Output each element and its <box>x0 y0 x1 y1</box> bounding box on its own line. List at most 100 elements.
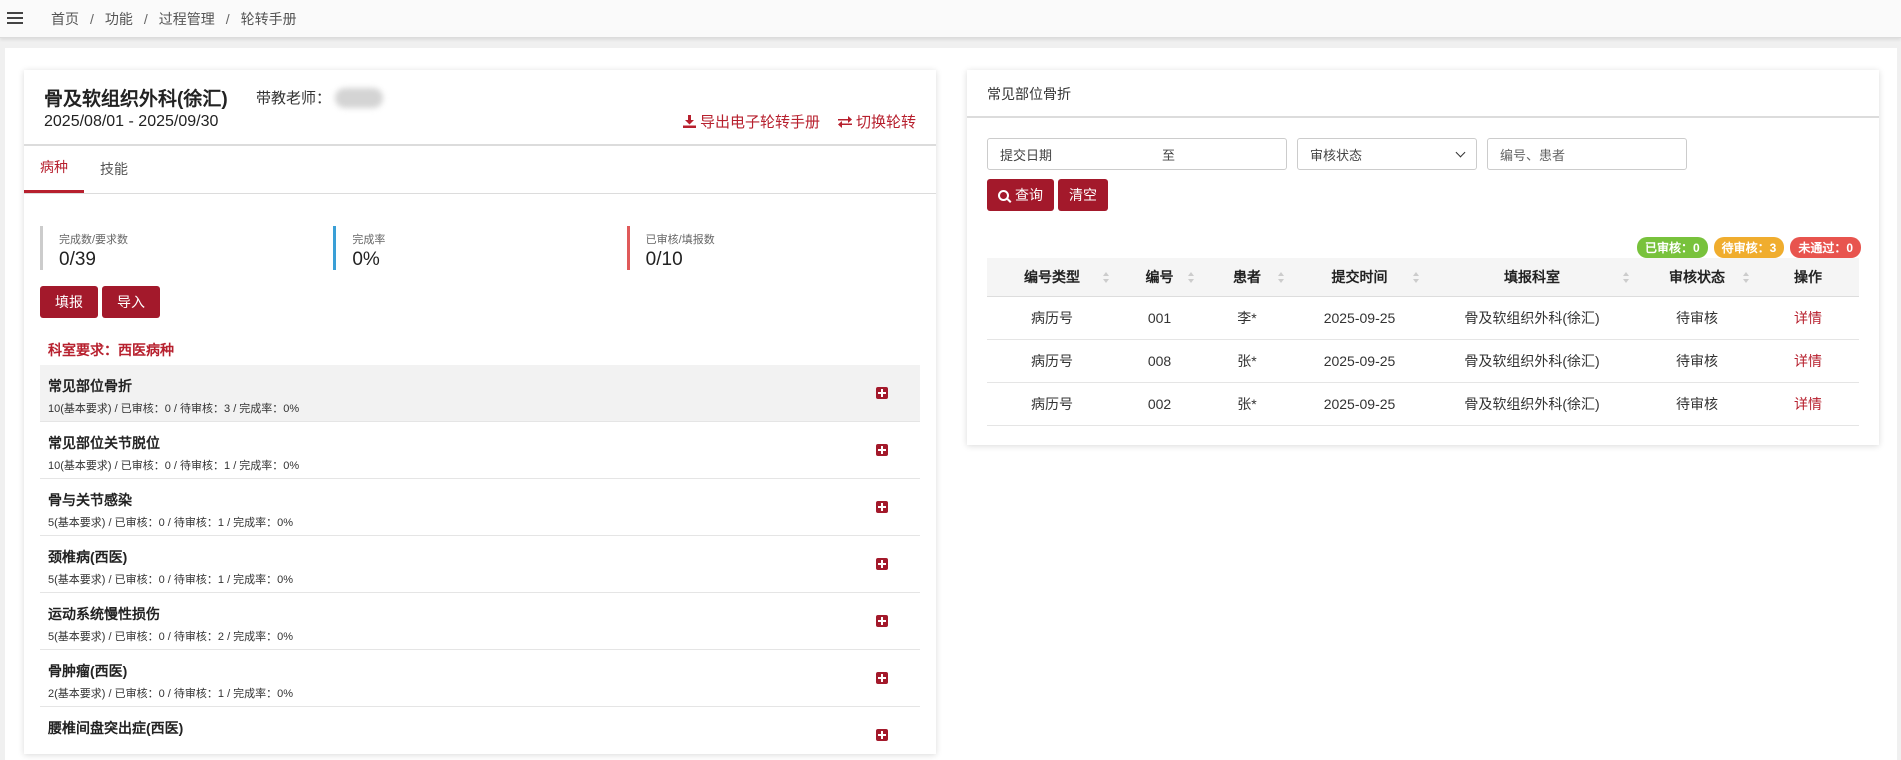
switch-rotation-button[interactable]: 切换轮转 <box>837 111 916 132</box>
cell-id-type: 病历号 <box>987 339 1117 383</box>
export-manual-button[interactable]: 导出电子轮转手册 <box>682 111 820 132</box>
rejected-badge: 未通过：0 <box>1790 237 1861 258</box>
detail-link[interactable]: 详情 <box>1794 353 1822 369</box>
review-status-value: 审核状态 <box>1310 147 1363 163</box>
list-item[interactable]: 常见部位骨折 10(基本要求) / 已审核：0 / 待审核：3 / 完成率：0% <box>40 365 920 422</box>
filter-buttons: 查询 清空 <box>987 179 1108 211</box>
item-info: 10(基本要求) / 已审核：0 / 待审核：1 / 完成率：0% <box>48 460 300 472</box>
stat-rate: 完成率 0% <box>333 226 626 270</box>
action-buttons: 填报 导入 <box>40 286 160 318</box>
cell-dept: 骨及软组织外科(徐汇) <box>1427 296 1637 340</box>
breadcrumb-separator: / <box>143 10 148 27</box>
item-name: 常见部位骨折 <box>48 378 132 394</box>
cell-review-status: 待审核 <box>1637 296 1757 340</box>
item-info: 2(基本要求) / 已审核：0 / 待审核：1 / 完成率：0% <box>48 688 294 700</box>
breadcrumb-home[interactable]: 首页 <box>51 9 79 29</box>
chevron-down-icon <box>1455 147 1466 157</box>
tab-skill[interactable]: 技能 <box>84 145 144 193</box>
filter-row: 提交日期 至 审核状态 编号、患者 <box>987 138 1687 170</box>
cell-id: 001 <box>1117 296 1202 340</box>
stat-label: 完成数/要求数 <box>59 234 129 246</box>
cell-submit-time: 2025-09-25 <box>1292 296 1427 340</box>
stat-value: 0/10 <box>645 249 683 270</box>
col-action: 操作 <box>1757 258 1859 297</box>
cell-patient: 李* <box>1202 296 1292 340</box>
item-name: 颈椎病(西医) <box>48 549 128 565</box>
pending-badge: 待审核：3 <box>1713 237 1785 258</box>
cell-review-status: 待审核 <box>1637 339 1757 383</box>
table-row: 病历号 002 张* 2025-09-25 骨及软组织外科(徐汇) 待审核 详情 <box>987 382 1859 426</box>
import-button[interactable]: 导入 <box>102 286 160 318</box>
review-status-select[interactable]: 审核状态 <box>1297 138 1477 170</box>
keyword-input[interactable]: 编号、患者 <box>1487 138 1687 170</box>
fill-button[interactable]: 填报 <box>40 286 98 318</box>
switch-rotation-label: 切换轮转 <box>855 114 916 131</box>
menu-icon[interactable] <box>7 12 23 25</box>
breadcrumb-separator: / <box>90 10 94 27</box>
col-review-status[interactable]: 审核状态 <box>1637 258 1757 297</box>
detail-link[interactable]: 详情 <box>1794 396 1822 412</box>
col-patient[interactable]: 患者 <box>1202 258 1292 297</box>
table-row: 病历号 001 李* 2025-09-25 骨及软组织外科(徐汇) 待审核 详情 <box>987 296 1859 340</box>
item-name: 骨与关节感染 <box>48 492 132 508</box>
teacher-label: 带教老师： <box>256 90 332 107</box>
dept-requirement: 科室要求：西医病种 <box>48 342 174 358</box>
item-name: 运动系统慢性损伤 <box>48 606 160 622</box>
cell-patient: 张* <box>1202 339 1292 383</box>
cell-submit-time: 2025-09-25 <box>1292 339 1427 383</box>
plus-square-icon[interactable] <box>876 387 888 399</box>
disease-list: 常见部位骨折 10(基本要求) / 已审核：0 / 待审核：3 / 完成率：0%… <box>40 365 920 754</box>
cell-id-type: 病历号 <box>987 296 1117 340</box>
stat-label: 完成率 <box>352 234 386 246</box>
detail-link[interactable]: 详情 <box>1794 310 1822 326</box>
cell-patient: 张* <box>1202 382 1292 426</box>
list-item[interactable]: 运动系统慢性损伤 5(基本要求) / 已审核：0 / 待审核：2 / 完成率：0… <box>40 593 920 650</box>
query-button[interactable]: 查询 <box>987 179 1054 211</box>
plus-square-icon[interactable] <box>876 444 888 456</box>
clear-button[interactable]: 清空 <box>1058 179 1108 211</box>
rotation-header: 骨及软组织外科(徐汇) 带教老师： 2025/08/01 - 2025/09/3… <box>24 70 936 146</box>
teacher-name-blurred <box>335 87 384 108</box>
list-item[interactable]: 骨肿瘤(西医) 2(基本要求) / 已审核：0 / 待审核：1 / 完成率：0% <box>40 650 920 707</box>
col-id[interactable]: 编号 <box>1117 258 1202 297</box>
col-id-type[interactable]: 编号类型 <box>987 258 1117 297</box>
item-name: 常见部位关节脱位 <box>48 435 160 451</box>
plus-square-icon[interactable] <box>876 501 888 513</box>
cell-id: 008 <box>1117 339 1202 383</box>
col-dept[interactable]: 填报科室 <box>1427 258 1637 297</box>
keyword-placeholder: 编号、患者 <box>1500 147 1566 163</box>
date-placeholder: 提交日期 <box>1000 147 1053 163</box>
breadcrumb-process[interactable]: 过程管理 <box>159 9 215 29</box>
list-item[interactable]: 腰椎间盘突出症(西医) <box>40 707 920 754</box>
plus-square-icon[interactable] <box>876 729 888 741</box>
detail-title: 常见部位骨折 <box>967 70 1879 118</box>
tab-disease[interactable]: 病种 <box>24 145 84 193</box>
table-row: 病历号 008 张* 2025-09-25 骨及软组织外科(徐汇) 待审核 详情 <box>987 339 1859 383</box>
rotation-date-range: 2025/08/01 - 2025/09/30 <box>44 113 219 130</box>
breadcrumb-separator: / <box>225 10 230 27</box>
stat-label: 已审核/填报数 <box>645 234 715 246</box>
plus-square-icon[interactable] <box>876 672 888 684</box>
table-header-row: 编号类型 编号 患者 提交时间 填报科室 审核状态 操作 <box>987 258 1859 297</box>
sort-icon <box>1623 272 1629 283</box>
status-badges: 已审核：0 待审核：3 未通过：0 <box>1636 237 1861 258</box>
item-info: 5(基本要求) / 已审核：0 / 待审核：1 / 完成率：0% <box>48 574 294 586</box>
rotation-actions: 导出电子轮转手册 切换轮转 <box>682 111 916 132</box>
date-to-label: 至 <box>1162 147 1176 163</box>
submit-date-range-input[interactable]: 提交日期 至 <box>987 138 1287 170</box>
list-item[interactable]: 常见部位关节脱位 10(基本要求) / 已审核：0 / 待审核：1 / 完成率：… <box>40 422 920 479</box>
breadcrumb-function[interactable]: 功能 <box>105 9 133 29</box>
stat-reviewed: 已审核/填报数 0/10 <box>626 226 920 270</box>
sort-icon <box>1743 272 1749 283</box>
export-manual-label: 导出电子轮转手册 <box>699 114 820 131</box>
breadcrumb: 首页 / 功能 / 过程管理 / 轮转手册 <box>51 9 297 29</box>
cell-review-status: 待审核 <box>1637 382 1757 426</box>
top-bar: 首页 / 功能 / 过程管理 / 轮转手册 <box>0 0 1901 38</box>
tab-bar: 病种 技能 <box>24 146 936 194</box>
reviewed-badge: 已审核：0 <box>1636 237 1708 258</box>
list-item[interactable]: 骨与关节感染 5(基本要求) / 已审核：0 / 待审核：1 / 完成率：0% <box>40 479 920 536</box>
list-item[interactable]: 颈椎病(西医) 5(基本要求) / 已审核：0 / 待审核：1 / 完成率：0% <box>40 536 920 593</box>
plus-square-icon[interactable] <box>876 615 888 627</box>
plus-square-icon[interactable] <box>876 558 888 570</box>
col-submit-time[interactable]: 提交时间 <box>1292 258 1427 297</box>
